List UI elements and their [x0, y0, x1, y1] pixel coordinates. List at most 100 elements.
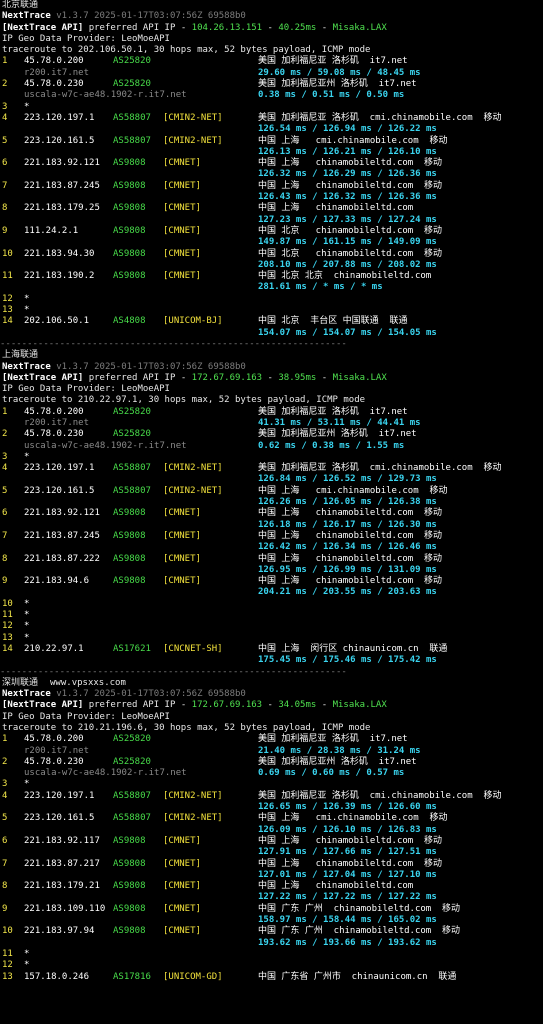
hop-asn: AS25820	[113, 734, 151, 745]
hop-asn: AS25820	[113, 756, 151, 767]
hop-asn: AS9808	[113, 203, 146, 214]
hop-net-tag: [CMNET]	[163, 881, 201, 892]
hop-geo: 美国 加利福尼亚 洛杉矶 it7.net	[258, 56, 408, 67]
hop-row: 1 45.78.0.200 AS25820 美国 加利福尼亚 洛杉矶 it7.net	[0, 407, 543, 418]
hop-net-tag: [CMNET]	[163, 835, 201, 846]
hop-rtt: 149.87 ms / 161.15 ms / 149.09 ms	[258, 237, 437, 248]
app-name: NextTrace	[2, 361, 51, 372]
hop-hostname: r200.it7.net	[24, 67, 90, 78]
section-title: 上海联通	[2, 350, 39, 361]
hop-ip: 221.183.92.117	[24, 835, 100, 846]
api-preferred-label: preferred API IP -	[83, 372, 192, 383]
api-sep-2: -	[316, 22, 333, 33]
hop-geo: 中国 北京 北京 chinamobileltd.com	[258, 271, 432, 282]
hop-detail-row: 149.87 ms / 161.15 ms / 149.09 ms	[0, 237, 543, 248]
hop-rtt: 126.42 ms / 126.34 ms / 126.46 ms	[258, 542, 437, 553]
hop-ip: *	[24, 293, 30, 304]
hop-geo: 中国 广东省 广州市 chinaunicom.cn 联通	[258, 971, 457, 982]
api-latency: 38.95ms	[278, 372, 317, 383]
api-sep-1: -	[262, 700, 279, 711]
api-preferred-label: preferred API IP -	[83, 700, 192, 711]
hop-row: 12 *	[0, 621, 543, 632]
hop-number: 11	[2, 948, 13, 959]
hop-ip: *	[24, 632, 30, 643]
hop-ip: 223.120.197.1	[24, 112, 95, 123]
hop-geo: 中国 北京 丰台区 中国联通 联通	[258, 316, 408, 327]
hop-ip: *	[24, 610, 30, 621]
app-version-line: NextTrace v1.3.7 2025-01-17T03:07:56Z 69…	[0, 689, 543, 700]
section-title-line: 北京联通	[0, 0, 543, 11]
hop-net-tag: [CMNET]	[163, 271, 201, 282]
hop-net-tag: [CMIN2-NET]	[163, 135, 223, 146]
hop-number: 13	[2, 305, 13, 316]
geo-provider-line: IP Geo Data Provider: LeoMoeAPI	[0, 34, 543, 45]
watermark-site: www.vpsxxs.com	[50, 677, 126, 688]
api-node: Misaka.LAX	[332, 372, 387, 383]
hop-row: 3 *	[0, 779, 543, 790]
hop-rtt: 126.43 ms / 126.32 ms / 126.36 ms	[258, 192, 437, 203]
geo-provider: IP Geo Data Provider: LeoMoeAPI	[2, 384, 170, 395]
hop-row: 5 223.120.161.5 AS58807 [CMIN2-NET] 中国 上海 cm…	[0, 136, 543, 147]
hop-asn: AS58807	[113, 135, 151, 146]
hop-number: 6	[2, 508, 8, 519]
hop-net-tag: [CMNET]	[163, 553, 201, 564]
hop-ip: *	[24, 101, 30, 112]
hop-detail-row: 126.18 ms / 126.17 ms / 126.30 ms	[0, 520, 543, 531]
api-line: [NextTrace API] preferred API IP - 172.6…	[0, 373, 543, 384]
hop-geo: 中国 上海 闵行区 chinaunicom.cn 联通	[258, 643, 448, 654]
hop-asn: AS17816	[113, 971, 151, 982]
hop-row: 7 221.183.87.217 AS9808 [CMNET] 中国 上海 chinam…	[0, 859, 543, 870]
hop-hostname: uscala-w7c-ae48.1902-r.it7.net	[24, 768, 187, 779]
hop-detail-row: 126.13 ms / 126.21 ms / 126.10 ms	[0, 147, 543, 158]
hop-row: 6 221.183.92.121 AS9808 [CMNET] 中国 上海 chinam…	[0, 508, 543, 519]
hop-number: 10	[2, 248, 13, 259]
api-prefix: [NextTrace API]	[2, 372, 84, 383]
hop-number: 1	[2, 734, 8, 745]
hop-asn: AS25820	[113, 406, 151, 417]
section-title: 深圳联通	[2, 677, 39, 688]
hop-detail-row: 126.42 ms / 126.34 ms / 126.46 ms	[0, 542, 543, 553]
hop-rtt: 281.61 ms / * ms / * ms	[258, 282, 383, 293]
hop-row: 3 *	[0, 102, 543, 113]
hop-ip: 221.183.87.245	[24, 530, 100, 541]
hop-row: 2 45.78.0.230 AS25820 美国 加利福尼亚州 洛杉矶 it7.net	[0, 429, 543, 440]
hop-number: 2	[2, 756, 8, 767]
app-version-line: NextTrace v1.3.7 2025-01-17T03:07:56Z 69…	[0, 362, 543, 373]
hop-detail-row: r200.it7.net 21.40 ms / 28.38 ms / 31.24 …	[0, 746, 543, 757]
hop-net-tag: [CMIN2-NET]	[163, 790, 223, 801]
hop-row: 4 223.120.197.1 AS58807 [CMIN2-NET] 美国 加利福尼亚…	[0, 463, 543, 474]
hop-rtt: 127.01 ms / 127.04 ms / 127.10 ms	[258, 869, 437, 880]
hop-ip: 45.78.0.230	[24, 429, 84, 440]
hop-rtt: 126.54 ms / 126.94 ms / 126.22 ms	[258, 124, 437, 135]
hop-ip: 221.183.190.2	[24, 271, 95, 282]
hop-number: 11	[2, 271, 13, 282]
hop-asn: AS9808	[113, 926, 146, 937]
hop-geo: 中国 上海 cmi.chinamobile.com 移动	[258, 813, 448, 824]
hop-rtt: 126.18 ms / 126.17 ms / 126.30 ms	[258, 519, 437, 530]
api-sep-1: -	[262, 22, 279, 33]
hop-asn: AS4808	[113, 316, 146, 327]
hop-geo: 美国 加利福尼亚 洛杉矶 cmi.chinamobile.com 移动	[258, 790, 502, 801]
hop-rtt: 0.38 ms / 0.51 ms / 0.50 ms	[258, 90, 405, 101]
hop-row: 4 223.120.197.1 AS58807 [CMIN2-NET] 美国 加利福尼亚…	[0, 113, 543, 124]
hop-rtt: 0.62 ms / 0.38 ms / 1.55 ms	[258, 440, 405, 451]
hop-row: 12 *	[0, 294, 543, 305]
hop-net-tag: [CMIN2-NET]	[163, 112, 223, 123]
hop-hostname: r200.it7.net	[24, 745, 90, 756]
hop-detail-row: uscala-w7c-ae48.1902-r.it7.net 0.69 ms / …	[0, 768, 543, 779]
hop-ip: 157.18.0.246	[24, 971, 90, 982]
app-version: v1.3.7 2025-01-17T03:07:56Z 69588b0	[56, 361, 246, 372]
separator-dashes: ----------------------------------------…	[0, 338, 347, 349]
hop-rtt: 126.32 ms / 126.29 ms / 126.36 ms	[258, 169, 437, 180]
hop-geo: 中国 广东 广州 chinamobileltd.com 移动	[258, 903, 461, 914]
api-sep-1: -	[262, 372, 279, 383]
hop-detail-row: 127.22 ms / 127.22 ms / 127.22 ms	[0, 892, 543, 903]
hop-net-tag: [CMNET]	[163, 203, 201, 214]
hop-rtt: 126.65 ms / 126.39 ms / 126.60 ms	[258, 802, 437, 813]
hop-geo: 美国 加利福尼亚 洛杉矶 it7.net	[258, 406, 408, 417]
app-name: NextTrace	[2, 11, 51, 22]
hop-number: 14	[2, 643, 13, 654]
hop-geo: 中国 上海 cmi.chinamobile.com 移动	[258, 485, 448, 496]
hop-row: 5 223.120.161.5 AS58807 [CMIN2-NET] 中国 上海 cm…	[0, 813, 543, 824]
hop-number: 14	[2, 316, 13, 327]
